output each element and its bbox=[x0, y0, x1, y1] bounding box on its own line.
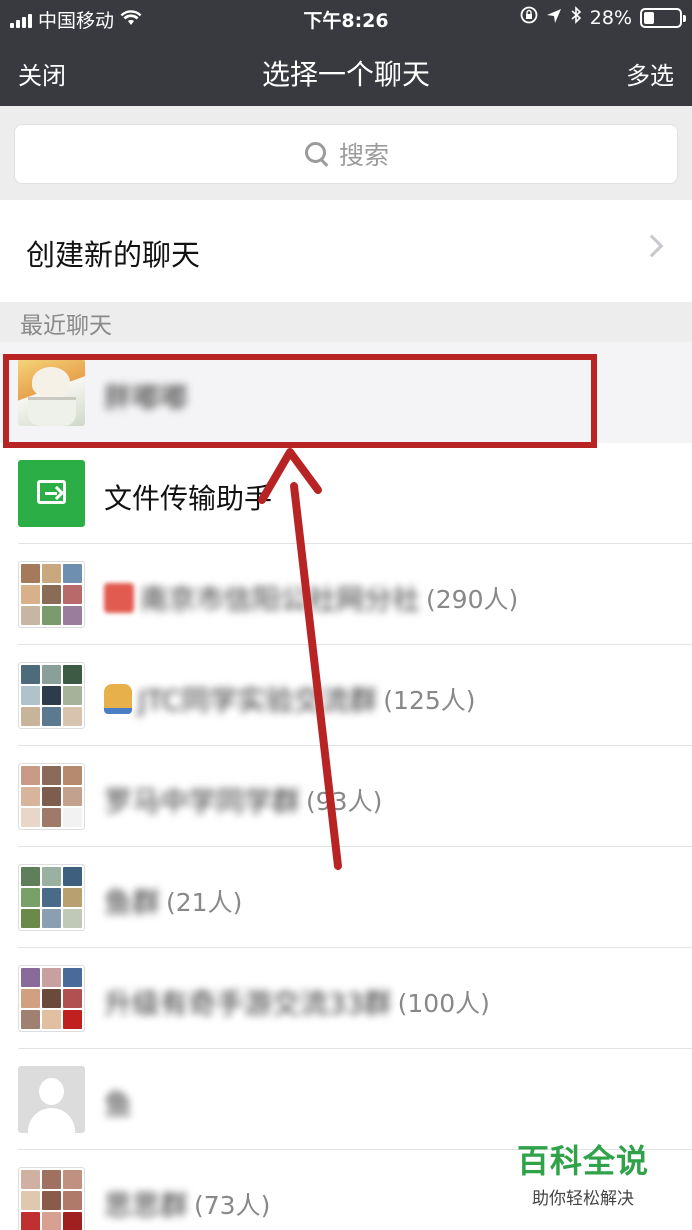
create-new-chat-label: 创建新的聊天 bbox=[26, 238, 201, 272]
search-input[interactable]: 搜索 bbox=[14, 124, 678, 184]
bluetooth-icon bbox=[570, 6, 582, 29]
chat-name: 南京市信阳公社网分社 (290人) bbox=[104, 578, 518, 618]
group-avatar bbox=[18, 561, 85, 628]
member-count: (100人) bbox=[397, 989, 490, 1018]
chat-row[interactable]: 南京市信阳公社网分社 (290人) bbox=[0, 544, 692, 645]
chat-row[interactable]: 鱼 bbox=[0, 1049, 692, 1150]
search-icon bbox=[303, 140, 331, 168]
file-transfer-icon bbox=[37, 480, 66, 504]
file-transfer-avatar bbox=[18, 460, 85, 527]
chat-name-text: 思思群 bbox=[104, 1189, 189, 1222]
chat-name: 文件传输助手 bbox=[104, 477, 272, 517]
chat-name: 思思群 (73人) bbox=[104, 1184, 270, 1224]
chat-row[interactable]: 鱼群 (21人) bbox=[0, 847, 692, 948]
chat-name-text: JTC同学实验交流群 bbox=[138, 684, 378, 717]
chat-row[interactable]: JTC同学实验交流群 (125人) bbox=[0, 645, 692, 746]
member-count: (73人) bbox=[194, 1191, 271, 1220]
watermark-brand: 百科全说 bbox=[516, 1142, 649, 1180]
search-area: 搜索 bbox=[0, 106, 692, 200]
recent-chats-header: 最近聊天 bbox=[20, 313, 112, 339]
hands-emoji-icon bbox=[104, 684, 132, 714]
chat-row[interactable]: 罗马中学同学群 (93人) bbox=[0, 746, 692, 847]
default-avatar bbox=[18, 1066, 85, 1133]
chat-name-text: 鱼群 bbox=[104, 886, 161, 919]
battery-percent: 28% bbox=[589, 6, 632, 29]
create-new-chat-row[interactable]: 创建新的聊天 bbox=[0, 200, 692, 302]
group-avatar bbox=[18, 662, 85, 729]
watermark-slogan: 助你轻松解决 bbox=[532, 1189, 634, 1209]
nav-bar: 关闭 选择一个聊天 多选 bbox=[0, 36, 692, 106]
chat-name-text: 南京市信阳公社网分社 bbox=[140, 583, 421, 616]
chat-name-text: 升级有奇手游交流33群 bbox=[104, 987, 392, 1020]
chat-name: 鱼群 (21人) bbox=[104, 881, 242, 921]
chat-row[interactable]: 文件传输助手 bbox=[0, 443, 692, 544]
chat-name: 鱼 bbox=[104, 1083, 132, 1123]
search-placeholder: 搜索 bbox=[338, 141, 389, 170]
status-bar: 中国移动 下午8:26 28% bbox=[0, 0, 692, 36]
group-avatar bbox=[18, 864, 85, 931]
member-count: (93人) bbox=[306, 787, 383, 816]
chat-name: JTC同学实验交流群 (125人) bbox=[104, 679, 476, 719]
group-avatar bbox=[18, 763, 85, 830]
group-emoji-icon bbox=[104, 583, 134, 613]
group-avatar bbox=[18, 965, 85, 1032]
group-avatar bbox=[18, 1167, 85, 1230]
member-count: (21人) bbox=[166, 888, 243, 917]
chat-list: 胖嘟嘟 文件传输助手 南京市信阳公社网分社 (290人) JTC同学实验交流群 … bbox=[0, 342, 692, 1230]
member-count: (125人) bbox=[383, 686, 476, 715]
chat-name-text: 文件传输助手 bbox=[104, 482, 273, 515]
chat-row[interactable]: 升级有奇手游交流33群 (100人) bbox=[0, 948, 692, 1049]
chat-name-text: 罗马中学同学群 bbox=[104, 785, 301, 818]
battery-icon bbox=[640, 7, 686, 28]
chat-name-text: 鱼 bbox=[104, 1088, 133, 1121]
member-count: (290人) bbox=[426, 585, 519, 614]
location-icon bbox=[546, 7, 562, 29]
orientation-lock-icon bbox=[520, 6, 538, 29]
status-right: 28% bbox=[520, 6, 686, 29]
multi-select-button[interactable]: 多选 bbox=[626, 56, 674, 91]
highlight-box bbox=[3, 354, 597, 448]
watermark: 百科全说 助你轻松解决 bbox=[498, 1136, 668, 1209]
chat-name: 升级有奇手游交流33群 (100人) bbox=[104, 982, 490, 1022]
chevron-right-icon bbox=[640, 234, 664, 258]
page-title: 选择一个聊天 bbox=[261, 58, 430, 91]
chat-name: 罗马中学同学群 (93人) bbox=[104, 780, 382, 820]
